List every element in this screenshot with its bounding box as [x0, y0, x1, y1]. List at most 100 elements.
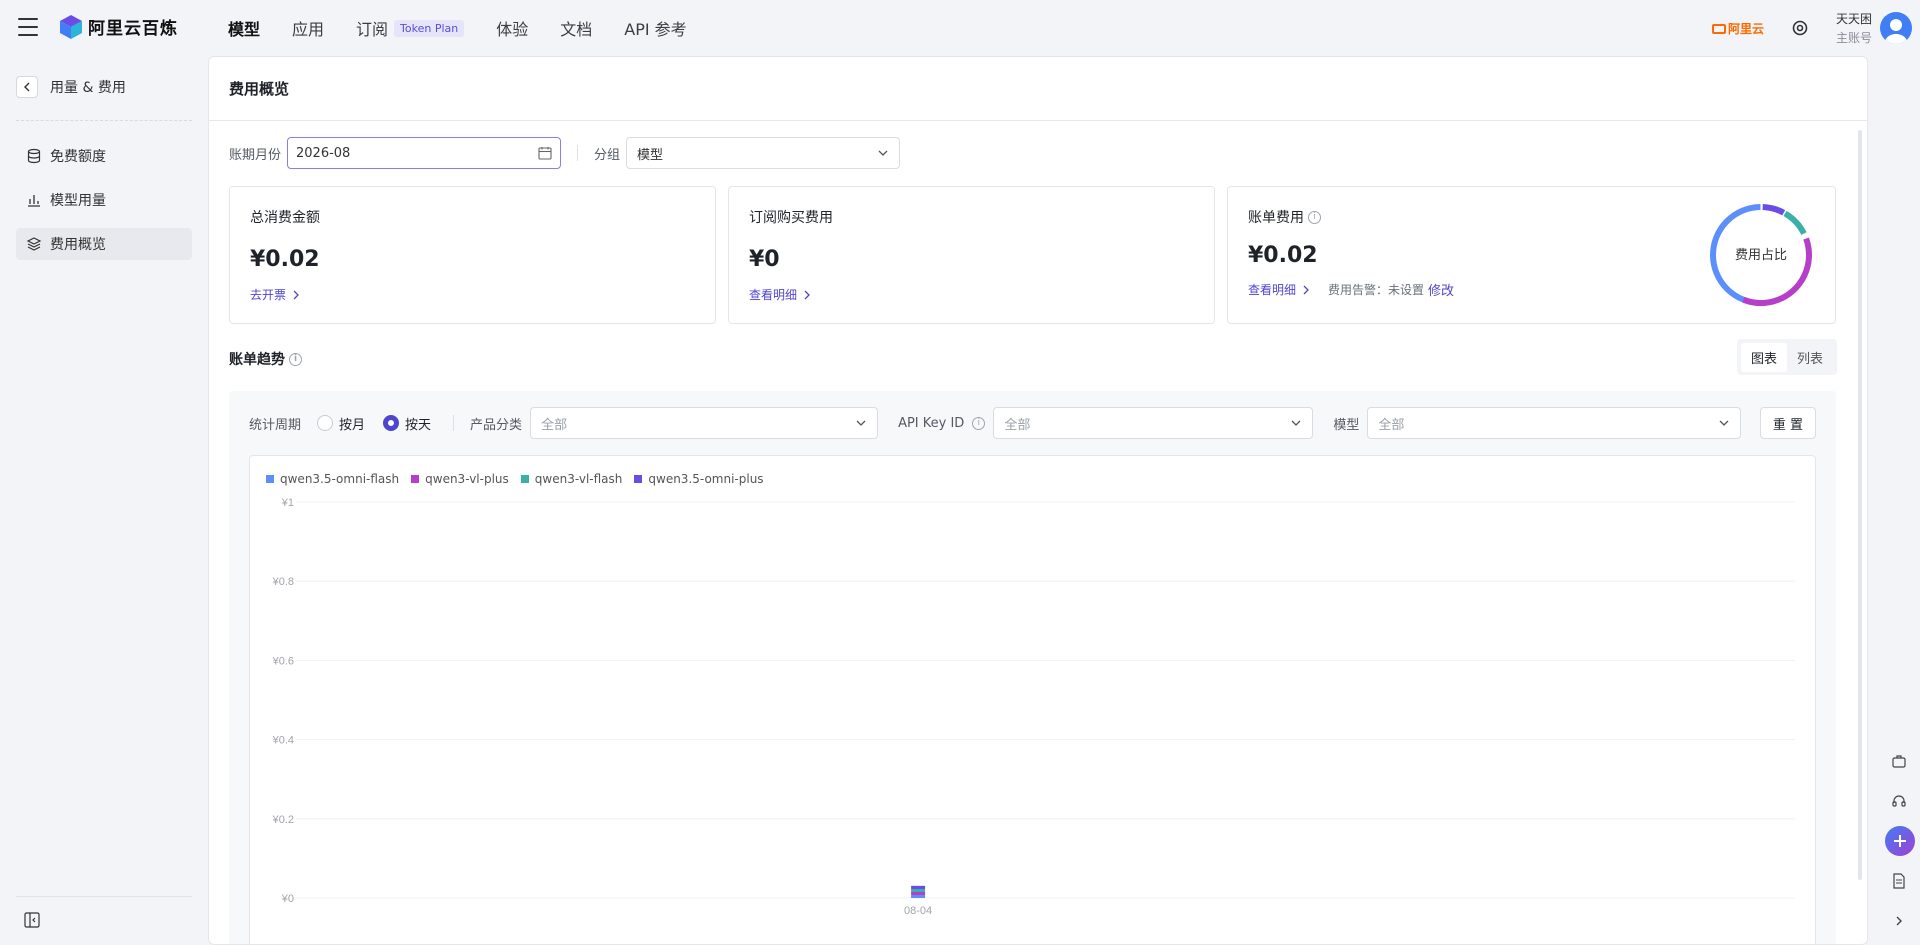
y-tick-label: ¥0.2 — [272, 814, 294, 826]
nav-item-model[interactable]: 模型 — [228, 16, 260, 40]
nav-item-app[interactable]: 应用 — [292, 16, 324, 40]
view-list-button[interactable]: 列表 — [1787, 343, 1833, 372]
month-picker[interactable]: 2026-08 — [287, 137, 562, 169]
token-plan-badge: Token Plan — [394, 19, 465, 37]
cost-alert-status: 费用告警：未设置 — [1328, 283, 1425, 297]
sidebar-divider — [16, 120, 192, 121]
hamburger-menu-icon[interactable] — [18, 18, 38, 36]
view-chart-button[interactable]: 图表 — [1740, 342, 1787, 372]
top-navbar: 阿里云百炼 模型 应用 订阅 Token Plan 体验 文档 API 参考 阿里… — [0, 0, 1920, 56]
chevron-right-icon — [1896, 916, 1902, 926]
total-cost-title: 总消费金额 — [250, 210, 320, 226]
total-cost-value: ¥0.02 — [250, 247, 320, 272]
gear-icon[interactable] — [1790, 18, 1810, 38]
info-icon[interactable]: i — [289, 352, 302, 366]
edit-alert-link[interactable]: 修改 — [1428, 280, 1454, 299]
sidebar-item-cost-overview[interactable]: 费用概览 — [16, 228, 192, 260]
sidebar-title: 用量 & 费用 — [50, 80, 126, 96]
brand[interactable]: 阿里云百炼 — [60, 14, 178, 39]
y-tick-label: ¥0.8 — [272, 576, 294, 588]
trend-title: 账单趋势 i — [229, 349, 302, 369]
right-rail — [1880, 0, 1920, 945]
nav-item-api-reference[interactable]: API 参考 — [624, 16, 686, 40]
chevron-right-icon — [1303, 285, 1309, 294]
bar-segment-qwen3.5-omni-flash[interactable] — [911, 895, 926, 898]
subscription-detail-link[interactable]: 查看明细 — [749, 286, 811, 303]
user-info[interactable]: 天天困 主账号 — [1836, 10, 1872, 46]
info-icon[interactable]: i — [972, 416, 986, 430]
sidebar-header: 用量 & 费用 — [16, 76, 126, 98]
rail-feedback-button[interactable] — [1888, 750, 1910, 772]
briefcase-icon — [1892, 755, 1906, 768]
user-role: 主账号 — [1836, 31, 1873, 45]
apikey-select[interactable]: 全部 — [993, 407, 1314, 439]
sidebar-item-free-quota[interactable]: 免费额度 — [16, 140, 192, 172]
bar-segment-qwen3-vl-plus[interactable] — [911, 892, 926, 895]
rail-add-button[interactable] — [1885, 826, 1915, 856]
brand-logo-icon — [60, 14, 82, 39]
filter-separator — [453, 415, 455, 431]
bill-cost-card: 账单费用 i ¥0.02 查看明细 费用告警：未设置 修改 费用占比 — [1227, 186, 1836, 324]
chevron-down-icon — [878, 150, 888, 156]
sidebar: 用量 & 费用 免费额度 模型用量 费用概览 — [0, 56, 208, 945]
nav-item-docs[interactable]: 文档 — [560, 16, 592, 40]
database-icon — [27, 148, 41, 164]
rail-expand-button[interactable] — [1888, 910, 1910, 932]
aliyun-logo-icon — [1712, 23, 1726, 34]
total-cost-card: 总消费金额 ¥0.02 去开票 — [229, 186, 716, 324]
page-title: 费用概览 — [209, 57, 1867, 121]
product-label: 产品分类 — [470, 417, 523, 433]
chevron-down-icon — [1291, 420, 1301, 426]
subscription-cost-title: 订阅购买费用 — [749, 210, 833, 226]
trend-panel: 统计周期 按月 按天 产品分类 全部 API Key ID i 全部 模型 全部… — [229, 391, 1836, 944]
period-month-radio[interactable] — [317, 415, 334, 431]
period-month-label[interactable]: 按月 — [339, 414, 365, 433]
nav-item-subscription[interactable]: 订阅 Token Plan — [356, 16, 465, 40]
period-day-label[interactable]: 按天 — [405, 414, 431, 433]
donut-label: 费用占比 — [1735, 247, 1787, 262]
sidebar-item-model-usage[interactable]: 模型用量 — [16, 184, 192, 216]
period-day-radio[interactable] — [383, 415, 400, 431]
sidebar-bottom-divider — [16, 896, 192, 897]
main-nav: 模型 应用 订阅 Token Plan 体验 文档 API 参考 — [228, 0, 719, 56]
info-icon[interactable]: i — [1308, 210, 1321, 224]
chevron-left-icon — [24, 82, 30, 92]
y-tick-label: ¥1 — [281, 497, 294, 509]
invoice-link[interactable]: 去开票 — [250, 286, 300, 303]
bar-segment-qwen3-vl-flash[interactable] — [911, 889, 926, 892]
headset-icon — [1892, 795, 1906, 807]
month-label: 账期月份 — [229, 147, 282, 163]
plus-icon — [1894, 835, 1906, 847]
trend-filters: 统计周期 按月 按天 产品分类 全部 API Key ID i 全部 模型 全部… — [249, 407, 1816, 439]
view-toggle: 图表 列表 — [1736, 339, 1837, 375]
chart-canvas: ¥0 ¥0.2 ¥0.4 ¥0.6 ¥0.8 ¥1 08-04 — [272, 497, 1795, 917]
y-tick-label: ¥0 — [281, 893, 294, 905]
main-content: 费用概览 账期月份 2026-08 分组 模型 总消费金额 ¥0.02 去开票 … — [208, 56, 1868, 945]
x-tick-label: 08-04 — [904, 905, 932, 917]
group-select[interactable]: 模型 — [626, 137, 901, 169]
user-name: 天天困 — [1836, 12, 1873, 26]
aliyun-logo[interactable]: 阿里云 — [1712, 20, 1764, 37]
reset-button[interactable]: 重 置 — [1759, 407, 1816, 439]
model-label: 模型 — [1333, 417, 1360, 433]
sidebar-collapse-icon[interactable] — [24, 912, 40, 928]
bar-chart-icon — [28, 195, 40, 207]
rail-doc-button[interactable] — [1888, 870, 1910, 892]
model-select[interactable]: 全部 — [1367, 407, 1742, 439]
nav-item-experience[interactable]: 体验 — [496, 16, 528, 40]
bar-segment-qwen3.5-omni-plus[interactable] — [911, 885, 926, 889]
subscription-cost-card: 订阅购买费用 ¥0 查看明细 — [728, 186, 1215, 324]
period-label: 统计周期 — [249, 417, 302, 433]
filter-separator — [577, 145, 579, 161]
product-select[interactable]: 全部 — [530, 407, 879, 439]
back-button[interactable] — [16, 76, 38, 98]
rail-support-button[interactable] — [1888, 790, 1910, 812]
billing-filters: 账期月份 2026-08 分组 模型 — [229, 137, 901, 169]
group-value: 模型 — [637, 147, 664, 163]
bill-detail-link[interactable]: 查看明细 — [1248, 281, 1310, 298]
subscription-cost-value: ¥0 — [749, 247, 780, 272]
y-tick-label: ¥0.6 — [272, 655, 294, 667]
apikey-label: API Key ID — [898, 415, 965, 431]
cost-share-donut[interactable]: 费用占比 — [1707, 201, 1815, 309]
main-scrollbar[interactable] — [1858, 130, 1862, 880]
